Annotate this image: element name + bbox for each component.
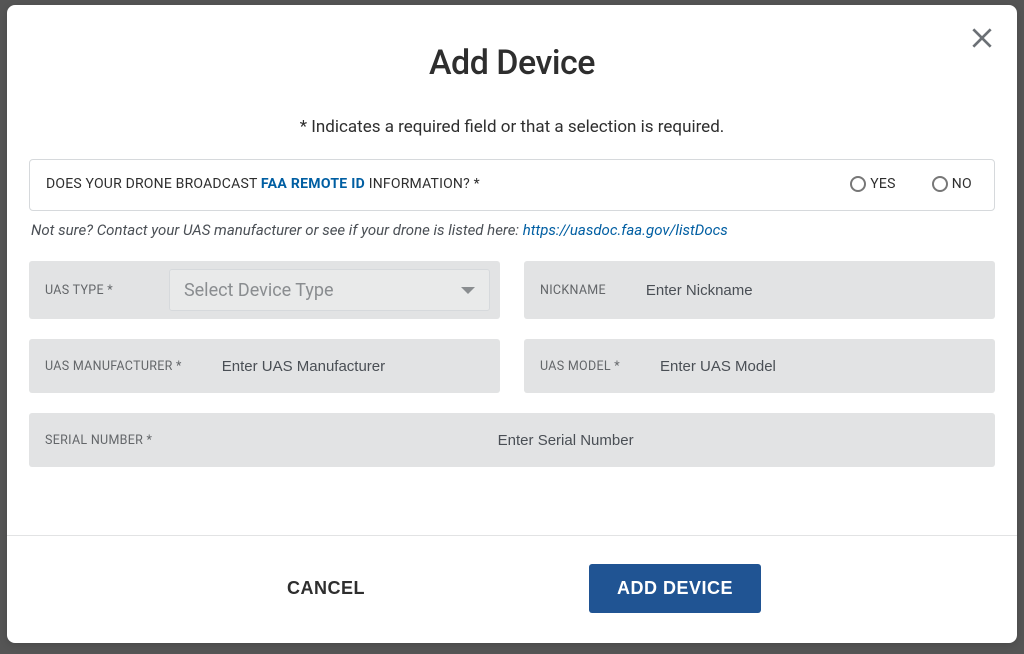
remote-id-broadcast-panel: DOES YOUR DRONE BROADCAST FAA REMOTE ID …	[29, 159, 995, 211]
broadcast-radio-group: YES NO	[850, 176, 978, 192]
broadcast-no-label: NO	[952, 176, 972, 192]
serial-number-label: SERIAL NUMBER *	[45, 433, 152, 448]
radio-icon	[932, 176, 948, 192]
modal-header: Add Device	[7, 5, 1017, 103]
nickname-input[interactable]	[646, 282, 979, 299]
close-button[interactable]	[969, 25, 995, 51]
uas-type-cell: UAS TYPE * Select Device Type	[29, 261, 500, 319]
uas-type-select-placeholder: Select Device Type	[184, 280, 334, 301]
modal-footer: CANCEL ADD DEVICE	[7, 535, 1017, 643]
uas-type-select[interactable]: Select Device Type	[169, 269, 490, 311]
uas-type-label: UAS TYPE *	[45, 283, 113, 298]
broadcast-yes-label: YES	[870, 176, 896, 192]
uas-model-label: UAS MODEL *	[540, 359, 620, 374]
nickname-cell: NICKNAME	[524, 261, 995, 319]
broadcast-label-pre: DOES YOUR DRONE BROADCAST	[46, 176, 261, 192]
modal-title: Add Device	[7, 43, 1017, 83]
faa-remote-id-link[interactable]: FAA REMOTE ID	[261, 176, 365, 192]
broadcast-radio-yes[interactable]: YES	[850, 176, 896, 192]
broadcast-question-label: DOES YOUR DRONE BROADCAST FAA REMOTE ID …	[46, 176, 480, 192]
add-device-button[interactable]: ADD DEVICE	[589, 564, 761, 613]
close-icon	[969, 25, 995, 51]
uas-doc-link[interactable]: https://uasdoc.faa.gov/listDocs	[523, 221, 728, 239]
uas-manufacturer-input[interactable]	[222, 358, 484, 375]
cancel-button[interactable]: CANCEL	[263, 566, 389, 611]
nickname-label: NICKNAME	[540, 283, 606, 298]
uas-model-cell: UAS MODEL *	[524, 339, 995, 393]
uas-manufacturer-label: UAS MANUFACTURER *	[45, 359, 182, 374]
device-form-grid: UAS TYPE * Select Device Type NICKNAME U…	[29, 261, 995, 467]
serial-number-input[interactable]	[152, 432, 979, 449]
helper-text: Not sure? Contact your UAS manufacturer …	[31, 221, 993, 239]
helper-text-body: Not sure? Contact your UAS manufacturer …	[31, 221, 523, 239]
required-field-note: * Indicates a required field or that a s…	[7, 103, 1017, 147]
modal-body: DOES YOUR DRONE BROADCAST FAA REMOTE ID …	[7, 147, 1017, 535]
broadcast-radio-no[interactable]: NO	[932, 176, 972, 192]
broadcast-label-post: INFORMATION? *	[365, 176, 480, 192]
uas-manufacturer-cell: UAS MANUFACTURER *	[29, 339, 500, 393]
uas-model-input[interactable]	[660, 358, 979, 375]
chevron-down-icon	[461, 287, 475, 294]
add-device-modal: Add Device * Indicates a required field …	[7, 5, 1017, 643]
radio-icon	[850, 176, 866, 192]
serial-number-cell: SERIAL NUMBER *	[29, 413, 995, 467]
